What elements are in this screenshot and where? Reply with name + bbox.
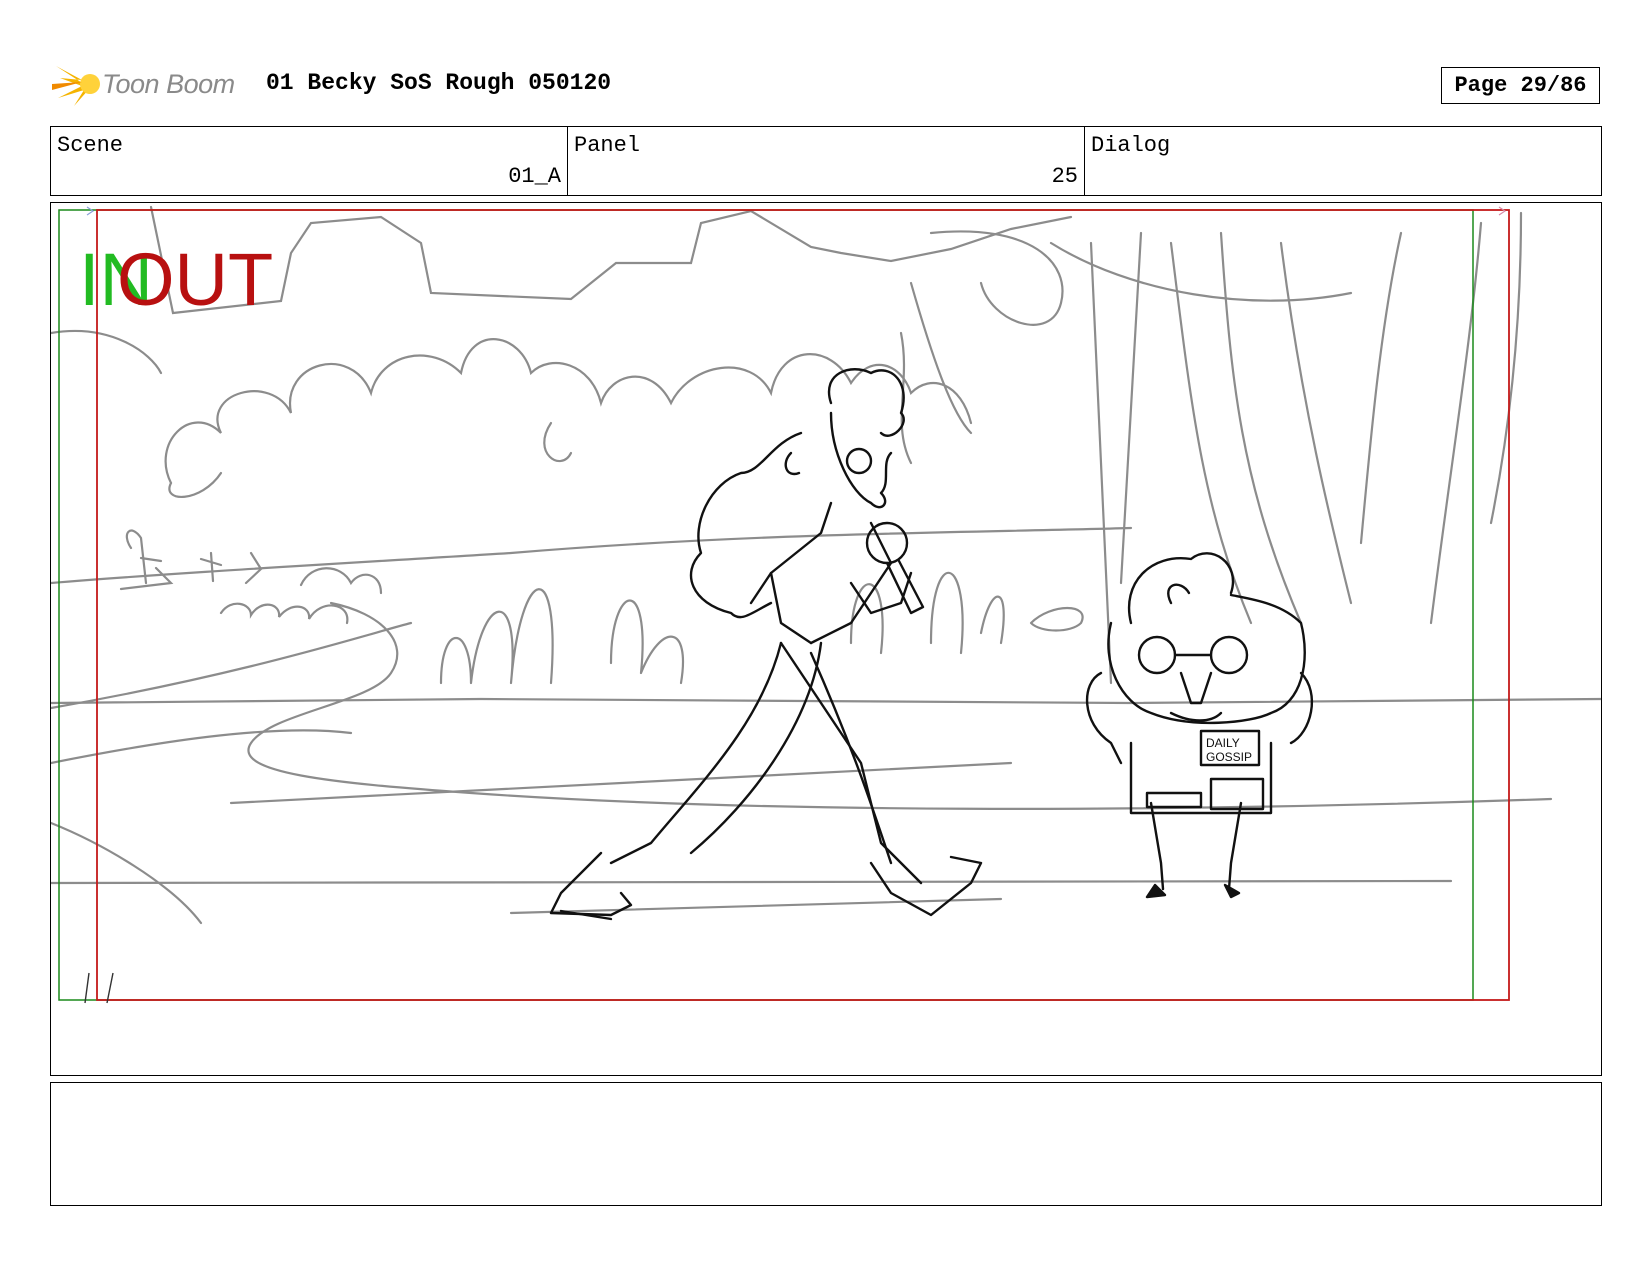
background-sketch — [51, 205, 1601, 925]
panel-label: Panel — [574, 133, 641, 158]
scene-cell: Scene 01_A — [51, 127, 568, 195]
sign-text-daily: DAILY — [1206, 736, 1240, 750]
sign-text-gossip: GOSSIP — [1206, 750, 1252, 764]
info-row: Scene 01_A Panel 25 Dialog — [50, 126, 1602, 196]
notes-box — [50, 1082, 1602, 1206]
dialog-cell: Dialog — [1085, 127, 1601, 195]
flare-icon — [52, 66, 100, 106]
storyboard-panel: DAILY GOSSIP IN OUT — [50, 202, 1602, 1076]
scene-label: Scene — [57, 133, 124, 158]
panel-drawing: DAILY GOSSIP — [51, 205, 1601, 1004]
toon-boom-logo: Toon Boom — [52, 58, 252, 110]
panel-value: 25 — [1051, 164, 1078, 189]
page-indicator: Page 29/86 — [1441, 67, 1600, 104]
out-label: OUT — [117, 238, 274, 321]
reporter-character — [549, 368, 983, 921]
logo-text: Toon Boom — [102, 68, 235, 99]
panel-cell: Panel 25 — [568, 127, 1085, 195]
scene-value: 01_A — [508, 164, 561, 189]
boy-character — [1086, 552, 1314, 899]
dialog-label: Dialog — [1091, 133, 1171, 158]
document-title: 01 Becky SoS Rough 050120 — [266, 70, 612, 96]
